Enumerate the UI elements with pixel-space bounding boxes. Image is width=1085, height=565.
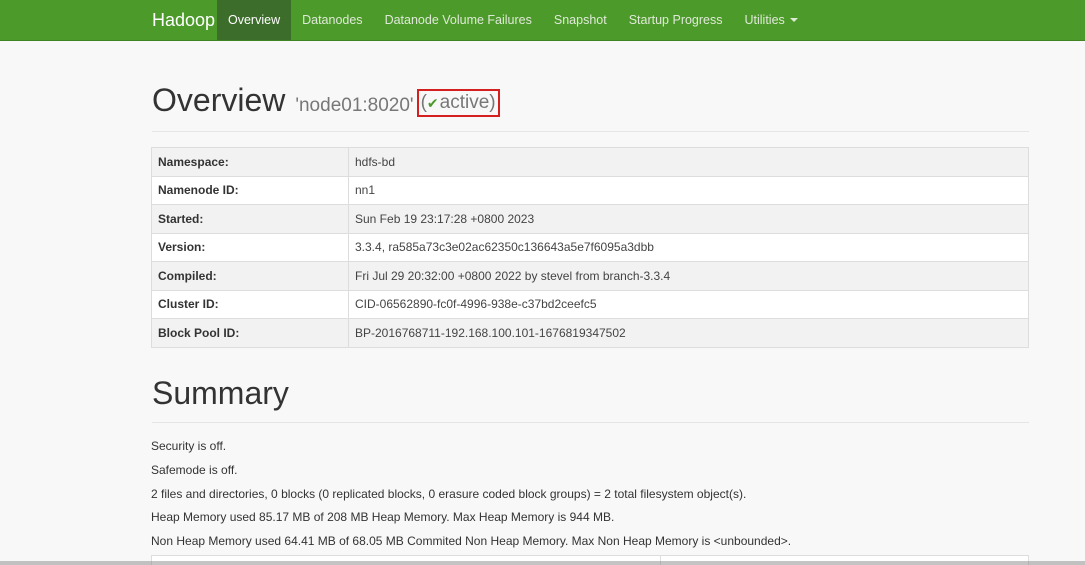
row-key: Started: xyxy=(151,204,349,234)
row-value: BP-2016768711-192.168.100.101-1676819347… xyxy=(348,318,1029,348)
table-row: Cluster ID: CID-06562890-fc0f-4996-938e-… xyxy=(151,289,1029,319)
check-icon: ✔ xyxy=(426,94,439,111)
table-row: Version: 3.3.4, ra585a73c3e02ac62350c136… xyxy=(151,232,1029,262)
scrollbar-track[interactable] xyxy=(0,561,1085,565)
nav-datanodes[interactable]: Datanodes xyxy=(291,0,373,40)
row-value: Sun Feb 19 23:17:28 +0800 2023 xyxy=(348,204,1029,234)
nav-datanode-volume-failures[interactable]: Datanode Volume Failures xyxy=(374,0,543,40)
namenode-host: 'node01:8020' xyxy=(295,95,414,116)
summary-title: Summary xyxy=(152,375,289,411)
summary-line: Safemode is off. xyxy=(151,462,238,477)
brand-logo[interactable]: Hadoop xyxy=(140,0,217,40)
row-value: CID-06562890-fc0f-4996-938e-c37bd2ceefc5 xyxy=(348,289,1029,319)
summary-line: Security is off. xyxy=(151,439,227,453)
row-key: Block Pool ID: xyxy=(151,318,349,348)
table-row: Block Pool ID: BP-2016768711-192.168.100… xyxy=(151,318,1029,348)
row-key: Namespace: xyxy=(151,147,349,177)
nav-snapshot[interactable]: Snapshot xyxy=(543,0,618,40)
nav-utilities-label: Utilities xyxy=(744,13,785,27)
summary-text: Security is off. Safemode is off. 2 file… xyxy=(151,440,791,559)
status-close-paren: ) xyxy=(489,92,496,113)
navbar-items: Hadoop Overview Datanodes Datanode Volum… xyxy=(140,0,809,40)
summary-line: 2 files and directories, 0 blocks (0 rep… xyxy=(151,486,747,501)
table-row: Namenode ID: nn1 xyxy=(151,175,1029,205)
table-row: Compiled: Fri Jul 29 20:32:00 +0800 2022… xyxy=(151,261,1029,291)
row-key: Cluster ID: xyxy=(151,289,349,319)
caret-down-icon xyxy=(789,18,798,22)
row-key: Version: xyxy=(151,232,349,262)
row-value: Fri Jul 29 20:32:00 +0800 2022 by stevel… xyxy=(348,261,1029,291)
row-key: Compiled: xyxy=(151,261,349,291)
summary-line: Heap Memory used 85.17 MB of 208 MB Heap… xyxy=(151,510,615,525)
overview-header: Overview 'node01:8020' ( ✔ active ) xyxy=(152,82,1029,132)
nav-utilities-dropdown[interactable]: Utilities xyxy=(734,0,809,40)
summary-header: Summary xyxy=(152,375,1029,423)
row-key: Namenode ID: xyxy=(151,175,349,205)
table-row: Namespace: hdfs-bd xyxy=(151,147,1029,177)
nav-startup-progress[interactable]: Startup Progress xyxy=(618,0,734,40)
status-highlight-box: ( ✔ active ) xyxy=(416,89,500,117)
nav-overview[interactable]: Overview xyxy=(217,0,292,40)
top-navbar: Hadoop Overview Datanodes Datanode Volum… xyxy=(0,0,1085,41)
row-value: hdfs-bd xyxy=(348,147,1029,177)
page-title: Overview xyxy=(152,82,286,118)
table-row: Started: Sun Feb 19 23:17:28 +0800 2023 xyxy=(151,204,1029,234)
status-text: active xyxy=(439,92,490,113)
row-value: nn1 xyxy=(348,175,1029,205)
row-value: 3.3.4, ra585a73c3e02ac62350c136643a5e7f6… xyxy=(348,232,1029,262)
overview-info-table: Namespace: hdfs-bd Namenode ID: nn1 Star… xyxy=(151,147,1029,348)
